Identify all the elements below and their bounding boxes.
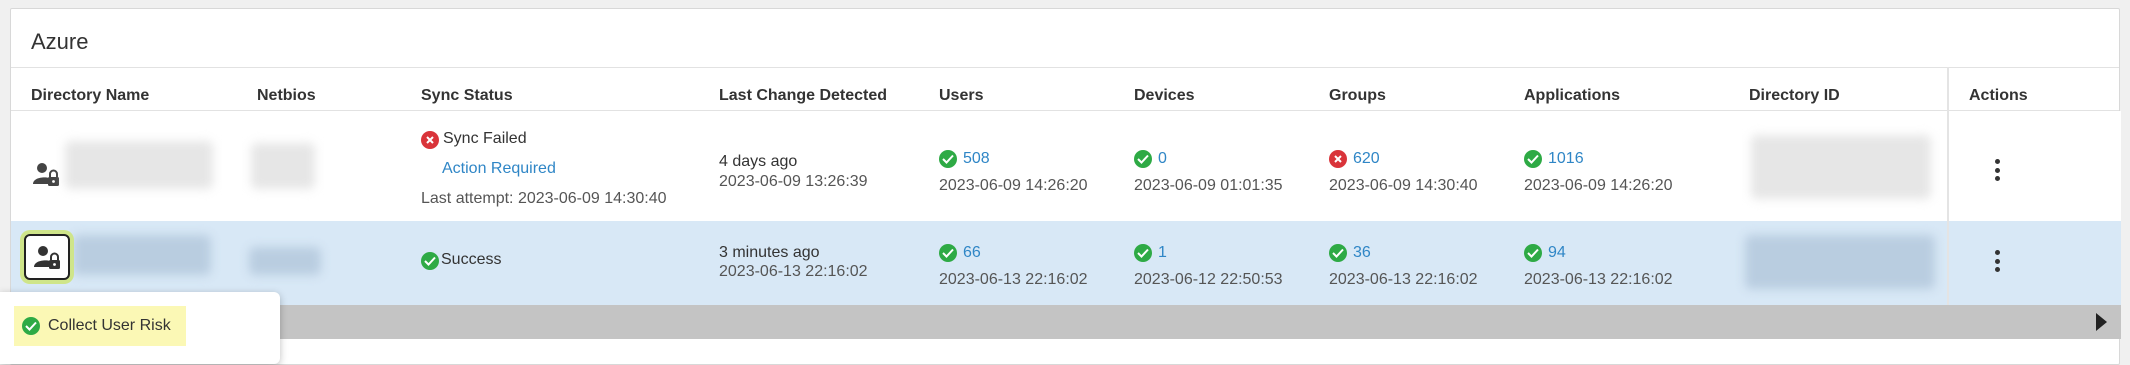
users-time: 2023-06-13 22:16:02 bbox=[939, 271, 1088, 288]
directory-name-redacted bbox=[65, 141, 213, 189]
groups-count-link[interactable]: 36 bbox=[1353, 244, 1371, 262]
check-circle-icon bbox=[1134, 150, 1152, 168]
kebab-menu-icon[interactable] bbox=[1985, 246, 2009, 276]
table-row[interactable]: Sync Failed Action Required Last attempt… bbox=[11, 111, 2121, 228]
panel-title: Azure bbox=[31, 29, 89, 54]
x-circle-icon bbox=[421, 131, 439, 149]
tooltip-highlight: Collect User Risk bbox=[14, 306, 186, 346]
tooltip-label: Collect User Risk bbox=[48, 317, 171, 334]
last-change-relative: 4 days ago bbox=[719, 153, 798, 170]
column-header-users[interactable]: Users bbox=[939, 87, 983, 105]
directory-id-redacted bbox=[1745, 235, 1935, 289]
applications-count-link[interactable]: 94 bbox=[1548, 244, 1566, 262]
tooltip-popover: Collect User Risk bbox=[0, 292, 280, 364]
column-header-directory-name[interactable]: Directory Name bbox=[31, 87, 149, 105]
groups-time: 2023-06-13 22:16:02 bbox=[1329, 271, 1478, 288]
devices-time: 2023-06-09 01:01:35 bbox=[1134, 177, 1283, 194]
directory-id-redacted bbox=[1751, 135, 1931, 199]
azure-directory-panel: Azure Directory Name Netbios Sync Status… bbox=[10, 8, 2121, 365]
applications-count-link[interactable]: 1016 bbox=[1548, 150, 1584, 168]
column-header-last-change[interactable]: Last Change Detected bbox=[719, 87, 887, 105]
groups-time: 2023-06-09 14:30:40 bbox=[1329, 177, 1478, 194]
table-row-selected[interactable]: Success 3 minutes ago 2023-06-13 22:16:0… bbox=[11, 221, 2121, 305]
check-circle-icon bbox=[22, 317, 40, 335]
column-header-directory-id[interactable]: Directory ID bbox=[1749, 87, 1840, 105]
directory-name-redacted bbox=[73, 235, 211, 275]
column-header-sync-status[interactable]: Sync Status bbox=[421, 87, 513, 105]
horizontal-scrollbar[interactable] bbox=[11, 305, 2121, 339]
check-circle-icon bbox=[1524, 150, 1542, 168]
applications-time: 2023-06-13 22:16:02 bbox=[1524, 271, 1673, 288]
devices-time: 2023-06-12 22:50:53 bbox=[1134, 271, 1283, 288]
check-circle-icon bbox=[421, 252, 439, 270]
user-lock-icon bbox=[33, 163, 59, 186]
header-top-divider bbox=[11, 67, 2119, 68]
last-change-time: 2023-06-09 13:26:39 bbox=[719, 173, 868, 190]
sync-status: Sync Failed bbox=[443, 130, 527, 147]
user-lock-icon-button[interactable] bbox=[24, 234, 70, 280]
actions-column-divider bbox=[1947, 67, 1949, 305]
action-required-link[interactable]: Action Required bbox=[442, 160, 556, 178]
last-change-time: 2023-06-13 22:16:02 bbox=[719, 263, 868, 280]
column-header-actions: Actions bbox=[1969, 87, 2028, 104]
column-header-netbios[interactable]: Netbios bbox=[257, 87, 316, 105]
sync-status: Success bbox=[441, 251, 502, 268]
check-circle-icon bbox=[939, 150, 957, 168]
column-header-applications[interactable]: Applications bbox=[1524, 87, 1620, 105]
kebab-menu-icon[interactable] bbox=[1985, 155, 2009, 185]
arrow-right-icon[interactable] bbox=[2096, 313, 2107, 331]
last-attempt: Last attempt: 2023-06-09 14:30:40 bbox=[421, 190, 667, 207]
users-count-link[interactable]: 66 bbox=[963, 244, 981, 262]
check-circle-icon bbox=[1329, 244, 1347, 262]
netbios-redacted bbox=[251, 143, 315, 189]
check-circle-icon bbox=[1134, 244, 1152, 262]
users-time: 2023-06-09 14:26:20 bbox=[939, 177, 1088, 194]
users-count-link[interactable]: 508 bbox=[963, 150, 990, 168]
check-circle-icon bbox=[1524, 244, 1542, 262]
applications-time: 2023-06-09 14:26:20 bbox=[1524, 177, 1673, 194]
devices-count-link[interactable]: 0 bbox=[1158, 150, 1167, 168]
column-header-groups[interactable]: Groups bbox=[1329, 87, 1386, 105]
groups-count-link[interactable]: 620 bbox=[1353, 150, 1380, 168]
last-change-relative: 3 minutes ago bbox=[719, 244, 820, 261]
check-circle-icon bbox=[939, 244, 957, 262]
devices-count-link[interactable]: 1 bbox=[1158, 244, 1167, 262]
user-lock-icon bbox=[34, 246, 60, 269]
netbios-redacted bbox=[249, 247, 321, 275]
column-header-devices[interactable]: Devices bbox=[1134, 87, 1195, 105]
x-circle-icon bbox=[1329, 150, 1347, 168]
